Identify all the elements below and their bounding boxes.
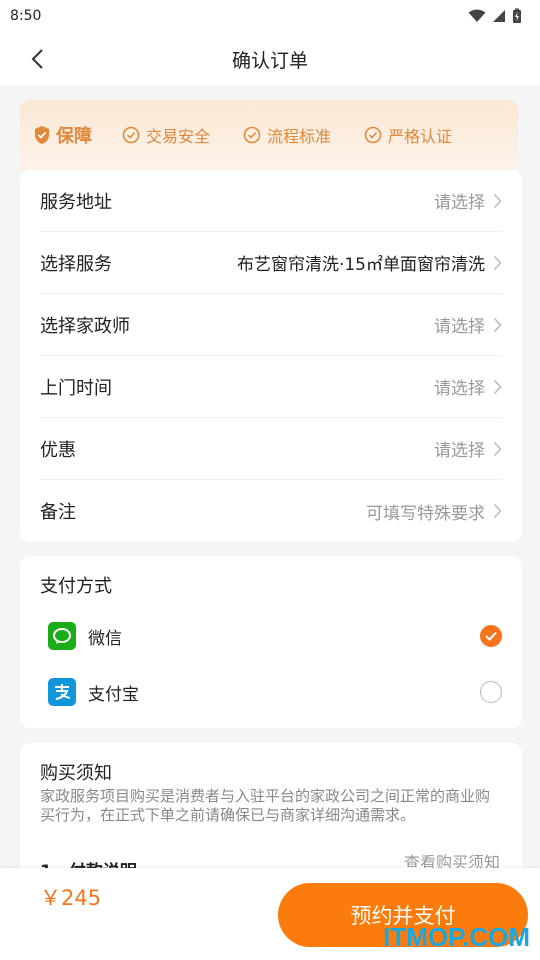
row-value: 布艺窗帘清洗·15㎡单面窗帘清洗 xyxy=(236,255,485,275)
row-value: 请选择 xyxy=(434,317,485,337)
row-right: 请选择 xyxy=(434,312,502,337)
payment-option-wechat[interactable]: 微信 xyxy=(40,608,502,664)
payment-option-label: 微信 xyxy=(88,628,122,649)
guarantee-item-certified: 严格认证 xyxy=(364,123,452,147)
back-button[interactable] xyxy=(22,44,52,74)
check-circle-icon xyxy=(364,126,382,144)
check-icon xyxy=(485,631,497,641)
notice-title: 购买须知 xyxy=(40,763,112,784)
row-right: 请选择 xyxy=(434,188,502,213)
radio-checked[interactable] xyxy=(480,625,502,647)
payment-title: 支付方式 xyxy=(40,576,112,597)
chevron-right-icon xyxy=(493,503,502,519)
wifi-icon xyxy=(468,9,486,22)
wechat-icon xyxy=(48,622,76,650)
payment-option-left: 微信 xyxy=(48,622,122,650)
chevron-left-icon xyxy=(31,49,43,69)
chevron-right-icon xyxy=(493,193,502,208)
bottom-bar: ￥245 预约并支付 ITMOP.COM xyxy=(0,868,540,960)
chevron-right-icon xyxy=(493,255,502,270)
row-value: 可填写特殊要求 xyxy=(366,503,485,524)
nav-bar: 确认订单 xyxy=(0,32,540,86)
row-right: 请选择 xyxy=(434,374,502,399)
form-row-remarks[interactable]: 备注 可填写特殊要求 xyxy=(40,480,502,542)
payment-option-alipay[interactable]: 支付宝 xyxy=(40,664,502,720)
check-circle-icon xyxy=(243,126,261,144)
form-row-visit-time[interactable]: 上门时间 请选择 xyxy=(40,356,502,418)
check-circle-icon xyxy=(122,126,140,144)
guarantee-item-safety: 交易安全 xyxy=(122,123,210,147)
status-time: 8:50 xyxy=(10,8,42,24)
row-value: 请选择 xyxy=(434,441,485,461)
row-right: 布艺窗帘清洗·15㎡单面窗帘清洗 xyxy=(237,250,502,275)
form-row-address[interactable]: 服务地址 请选择 xyxy=(40,170,502,232)
chevron-right-icon xyxy=(493,379,502,394)
battery-icon xyxy=(513,8,521,23)
guarantee-banner: 保障 交易安全 流程标准 严格认证 xyxy=(20,100,518,170)
row-value: 请选择 xyxy=(434,193,485,213)
alipay-icon xyxy=(48,678,76,706)
total-price: ￥245 xyxy=(40,886,102,910)
page-title: 确认订单 xyxy=(231,49,308,72)
order-form-card: 服务地址 请选择 选择服务 布艺窗帘清洗·15㎡单面窗帘清洗 选择家政师 请选择… xyxy=(20,170,522,542)
signal-icon xyxy=(493,10,505,22)
watermark: ITMOP.COM xyxy=(383,922,530,952)
form-row-service[interactable]: 选择服务 布艺窗帘清洗·15㎡单面窗帘清洗 xyxy=(40,232,502,294)
shield-check-icon xyxy=(35,126,49,144)
row-value: 请选择 xyxy=(434,379,485,399)
guarantee-item-label: 严格认证 xyxy=(388,127,453,146)
notice-body: 家政服务项目购买是消费者与入驻平台的家政公司之间正常的商业购买行为，在正式下单之… xyxy=(40,787,491,824)
guarantee-item-process: 流程标准 xyxy=(243,123,331,147)
radio-unchecked[interactable] xyxy=(480,681,502,703)
status-bar: 8:50 xyxy=(0,0,540,32)
row-label: 服务地址 xyxy=(40,191,112,213)
row-label: 备注 xyxy=(40,502,76,523)
guarantee-label: 保障 xyxy=(56,126,92,147)
row-label: 优惠 xyxy=(40,439,76,461)
payment-option-label: 支付宝 xyxy=(88,684,139,705)
chevron-right-icon xyxy=(493,441,502,456)
status-icons xyxy=(468,8,522,24)
payment-card: 支付方式 微信 支付宝 xyxy=(20,556,522,728)
guarantee-main: 保障 xyxy=(32,122,92,148)
payment-option-left: 支付宝 xyxy=(48,678,139,706)
row-right: 请选择 xyxy=(434,436,502,461)
row-label: 上门时间 xyxy=(40,377,112,399)
chevron-right-icon xyxy=(493,317,502,332)
guarantee-item-label: 交易安全 xyxy=(146,127,211,146)
form-row-discount[interactable]: 优惠 请选择 xyxy=(40,418,502,480)
row-label: 选择家政师 xyxy=(40,315,130,337)
guarantee-item-label: 流程标准 xyxy=(267,127,332,146)
row-label: 选择服务 xyxy=(40,253,112,275)
form-row-housekeeper[interactable]: 选择家政师 请选择 xyxy=(40,294,502,356)
row-right: 可填写特殊要求 xyxy=(366,499,502,524)
